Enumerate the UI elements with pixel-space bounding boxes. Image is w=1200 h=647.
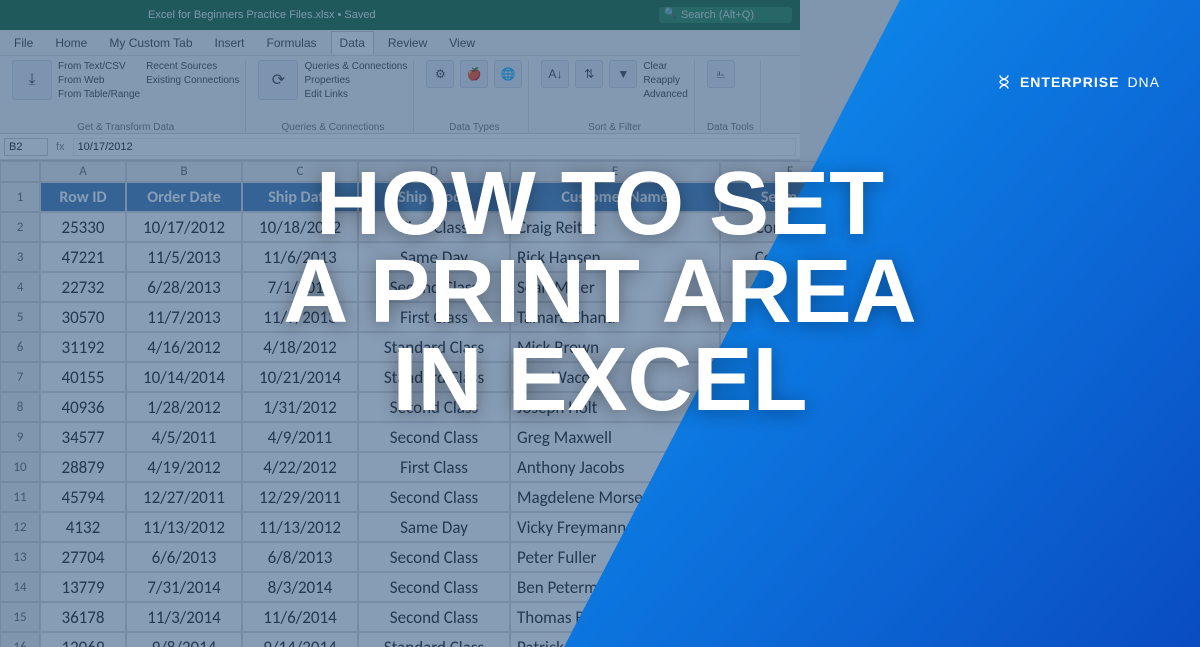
fx-icon[interactable]: fx <box>52 141 69 153</box>
cell[interactable]: 4/5/2011 <box>126 422 242 452</box>
group-label-queries: Queries & Connections <box>258 122 407 133</box>
recent-sources[interactable]: Recent Sources <box>146 60 239 74</box>
brand-logo: ENTERPRISE DNA <box>996 74 1160 90</box>
row-head[interactable]: 9 <box>0 422 40 452</box>
tab-view[interactable]: View <box>441 32 483 54</box>
filter-clear[interactable]: Clear <box>643 60 687 74</box>
row-head[interactable]: 16 <box>0 632 40 647</box>
cell[interactable]: 11/13/2012 <box>242 512 358 542</box>
cell[interactable]: Second Class <box>358 572 510 602</box>
headline-wrap: HOW TO SET A PRINT AREA IN EXCEL <box>0 160 1200 425</box>
cell[interactable]: 11/6/2014 <box>242 602 358 632</box>
tab-home[interactable]: Home <box>47 32 95 54</box>
cell[interactable]: Standard Class <box>358 632 510 647</box>
group-label-datatypes: Data Types <box>426 122 522 133</box>
tab-data[interactable]: Data <box>331 31 374 54</box>
row-head[interactable]: 14 <box>0 572 40 602</box>
text-to-columns-icon[interactable]: ⎁ <box>707 60 735 88</box>
search-box[interactable]: Search (Alt+Q) <box>659 7 792 23</box>
sort-icon[interactable]: ⇅ <box>575 60 603 88</box>
tab-custom[interactable]: My Custom Tab <box>101 32 200 54</box>
cell[interactable]: Second Class <box>358 482 510 512</box>
cell[interactable]: 9/14/2014 <box>242 632 358 647</box>
row-head[interactable]: 10 <box>0 452 40 482</box>
cell[interactable]: Second Class <box>358 602 510 632</box>
cell[interactable]: 12069 <box>40 632 126 647</box>
cell[interactable]: 7/31/2014 <box>126 572 242 602</box>
headline: HOW TO SET A PRINT AREA IN EXCEL <box>283 160 916 425</box>
group-label-sortfilter: Sort & Filter <box>541 122 687 133</box>
filter-advanced[interactable]: Advanced <box>643 88 687 102</box>
headline-line2: A PRINT AREA <box>283 248 916 336</box>
group-label-get-data: Get & Transform Data <box>12 122 239 133</box>
ribbon: ⤓ From Text/CSV From Web From Table/Rang… <box>0 56 800 134</box>
formula-input[interactable]: 10/17/2012 <box>73 138 796 156</box>
row-head[interactable]: 15 <box>0 602 40 632</box>
cell[interactable]: 8/3/2014 <box>242 572 358 602</box>
brand-word-1: ENTERPRISE <box>1020 74 1119 90</box>
filter-icon[interactable]: ▼ <box>609 60 637 88</box>
cell[interactable]: 36178 <box>40 602 126 632</box>
datatype-auto-icon[interactable]: ⚙ <box>426 60 454 88</box>
ribbon-group-tools: ⎁ Data Tools <box>701 60 761 133</box>
tab-file[interactable]: File <box>6 32 41 54</box>
title-bar: Excel for Beginners Practice Files.xlsx … <box>0 0 800 30</box>
ribbon-tabs: File Home My Custom Tab Insert Formulas … <box>0 30 800 56</box>
from-table-range[interactable]: From Table/Range <box>58 88 140 102</box>
from-text-csv[interactable]: From Text/CSV <box>58 60 140 74</box>
cell[interactable]: 4132 <box>40 512 126 542</box>
datatype-foods-icon[interactable]: 🍎 <box>460 60 488 88</box>
cell[interactable]: 28879 <box>40 452 126 482</box>
refresh-all-icon[interactable]: ⟳ <box>258 60 298 100</box>
cell[interactable]: 34577 <box>40 422 126 452</box>
cell[interactable]: 4/19/2012 <box>126 452 242 482</box>
existing-connections[interactable]: Existing Connections <box>146 74 239 88</box>
ribbon-group-datatypes: ⚙ 🍎 🌐 Data Types <box>420 60 529 133</box>
cell[interactable]: 9/8/2014 <box>126 632 242 647</box>
tab-review[interactable]: Review <box>380 32 435 54</box>
edit-links[interactable]: Edit Links <box>304 88 407 102</box>
brand-word-2: DNA <box>1127 74 1160 90</box>
ribbon-group-queries: ⟳ Queries & Connections Properties Edit … <box>252 60 414 133</box>
row-head[interactable]: 11 <box>0 482 40 512</box>
cell[interactable]: 12/27/2011 <box>126 482 242 512</box>
from-web[interactable]: From Web <box>58 74 140 88</box>
row-head[interactable]: 13 <box>0 542 40 572</box>
cell[interactable]: 11/3/2014 <box>126 602 242 632</box>
row-head[interactable]: 12 <box>0 512 40 542</box>
cell[interactable]: 27704 <box>40 542 126 572</box>
datatype-geo-icon[interactable]: 🌐 <box>494 60 522 88</box>
headline-line3: IN EXCEL <box>283 336 916 424</box>
queries-connections[interactable]: Queries & Connections <box>304 60 407 74</box>
cell[interactable]: 13779 <box>40 572 126 602</box>
cell[interactable]: 6/8/2013 <box>242 542 358 572</box>
cell[interactable]: Same Day <box>358 512 510 542</box>
group-label-tools: Data Tools <box>707 122 754 133</box>
cell[interactable]: 4/9/2011 <box>242 422 358 452</box>
cell[interactable]: First Class <box>358 452 510 482</box>
ribbon-group-sortfilter: A↓ ⇅ ▼ Clear Reapply Advanced Sort & Fil… <box>535 60 694 133</box>
sort-az-icon[interactable]: A↓ <box>541 60 569 88</box>
tab-insert[interactable]: Insert <box>207 32 253 54</box>
cell[interactable]: 4/22/2012 <box>242 452 358 482</box>
ribbon-group-get-data: ⤓ From Text/CSV From Web From Table/Rang… <box>6 60 246 133</box>
get-data-icon[interactable]: ⤓ <box>12 60 52 100</box>
dna-icon <box>996 74 1012 90</box>
properties[interactable]: Properties <box>304 74 407 88</box>
cell[interactable]: 45794 <box>40 482 126 512</box>
window-title: Excel for Beginners Practice Files.xlsx … <box>148 9 376 21</box>
name-box[interactable]: B2 <box>4 138 48 156</box>
cell[interactable]: 12/29/2011 <box>242 482 358 512</box>
tab-formulas[interactable]: Formulas <box>259 32 325 54</box>
cell[interactable]: 6/6/2013 <box>126 542 242 572</box>
headline-line1: HOW TO SET <box>283 160 916 248</box>
cell[interactable]: 11/13/2012 <box>126 512 242 542</box>
filter-reapply[interactable]: Reapply <box>643 74 687 88</box>
cell[interactable]: Second Class <box>358 542 510 572</box>
